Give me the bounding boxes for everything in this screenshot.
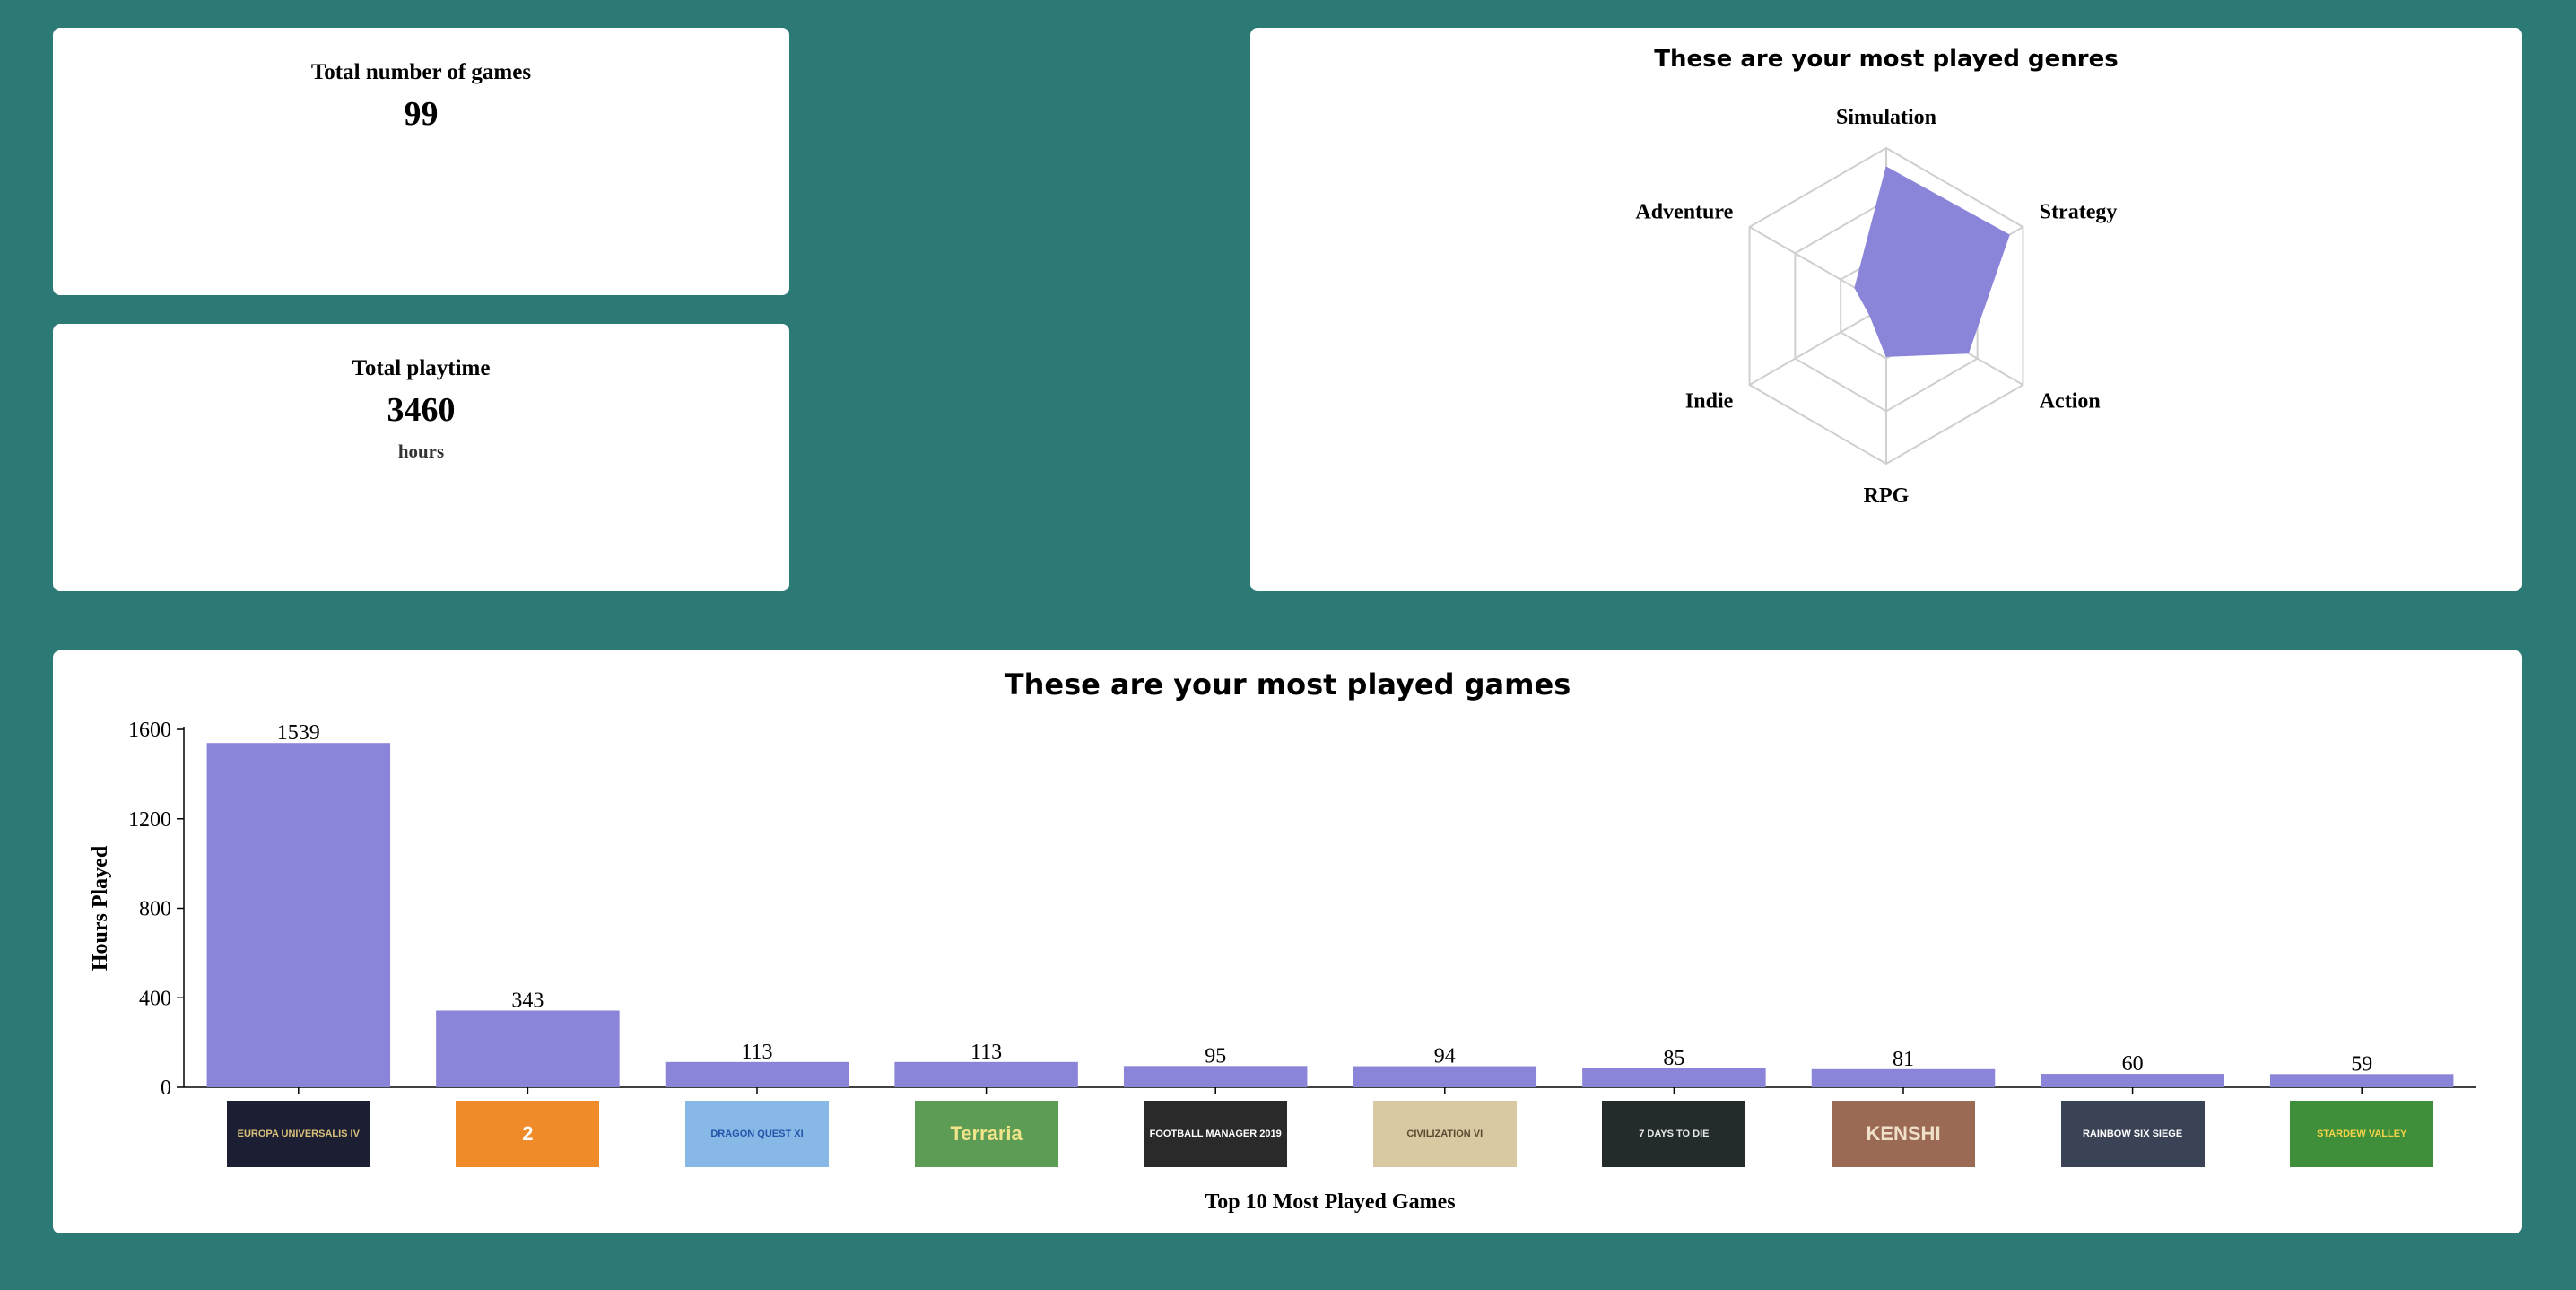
total-playtime-label: Total playtime [352, 356, 491, 380]
total-games-label: Total number of games [310, 60, 532, 84]
europa-universalis-iv-cover: EUROPA UNIVERSALIS IV [226, 1101, 370, 1167]
bar-10 [2269, 1074, 2454, 1087]
radar-axis-label-adventure: Adventure [1635, 201, 1733, 224]
y-tick-label: 400 [139, 987, 171, 1010]
radar-axis-label-rpg: RPG [1864, 484, 1910, 508]
radar-area [1854, 166, 2010, 357]
radar-axis-label-strategy: Strategy [2040, 201, 2118, 224]
bar-value-label: 59 [2351, 1052, 2372, 1076]
total-playtime-unit: hours [397, 440, 445, 462]
bar-value-label: 85 [1663, 1047, 1684, 1070]
total-games-value: 99 [404, 95, 439, 133]
total-playtime-card: Total playtime 3460 hours [53, 324, 789, 591]
bar-3 [665, 1061, 849, 1087]
bar-5 [1123, 1066, 1308, 1087]
radar-axis-label-action: Action [2040, 390, 2101, 414]
bar-8 [1811, 1068, 1996, 1087]
bar-value-label: 113 [741, 1041, 772, 1064]
bar-value-label: 60 [2122, 1052, 2144, 1076]
genres-card: These are your most played genres Simula… [1250, 28, 2522, 591]
bar-value-label: 95 [1205, 1044, 1226, 1068]
bar-7 [1582, 1068, 1766, 1087]
bar-value-label: 81 [1893, 1048, 1914, 1071]
radar-axis-label-simulation: Simulation [1836, 106, 1936, 129]
civilization-vi-cover: CIVILIZATION VI [1372, 1101, 1517, 1167]
bar-value-label: 343 [511, 989, 544, 1012]
total-playtime-value: 3460 [387, 391, 456, 429]
bar-value-label: 94 [1434, 1045, 1456, 1068]
counter-strike-2-cover: 2 [456, 1101, 600, 1167]
radar-axis-label-indie: Indie [1685, 390, 1734, 414]
bar-value-label: 113 [970, 1041, 1002, 1064]
7-days-to-die-cover: 7 DAYS TO DIE [1602, 1101, 1746, 1167]
dragon-quest-xi-cover: DRAGON QUEST XI [685, 1101, 829, 1167]
bar-9 [2041, 1074, 2224, 1087]
y-tick-label: 0 [161, 1076, 171, 1100]
bar-value-label: 1539 [277, 721, 320, 745]
genre-radar-chart: Simulation Strategy Action RPG Indie Adventur… [1635, 106, 2118, 508]
rainbow-six-siege-cover: RAINBOW SIX SIEGE [2060, 1101, 2205, 1167]
games-card: These are your most played games 0 400 800… [53, 650, 2522, 1233]
y-tick-label: 1600 [128, 719, 171, 742]
football-manager-2019-cover: FOOTBALL MANAGER 2019 [1144, 1101, 1288, 1167]
terraria-cover: Terraria [914, 1101, 1058, 1167]
y-axis-title: Hours Played [89, 845, 112, 971]
total-games-card: Total number of games 99 [53, 28, 789, 295]
kenshi-cover: KENSHI [1832, 1101, 1975, 1167]
y-tick-label: 800 [139, 898, 171, 921]
stardew-valley-cover: STARDEW VALLEY [2290, 1101, 2434, 1167]
bar-6 [1353, 1066, 1537, 1087]
y-tick-label: 1200 [128, 808, 171, 832]
bar-4 [894, 1061, 1078, 1087]
bar-1 [206, 743, 391, 1087]
bar-2 [436, 1010, 620, 1087]
radar-axis-line [1749, 305, 1887, 386]
x-axis-title: Top 10 Most Played Games [1205, 1190, 1455, 1214]
